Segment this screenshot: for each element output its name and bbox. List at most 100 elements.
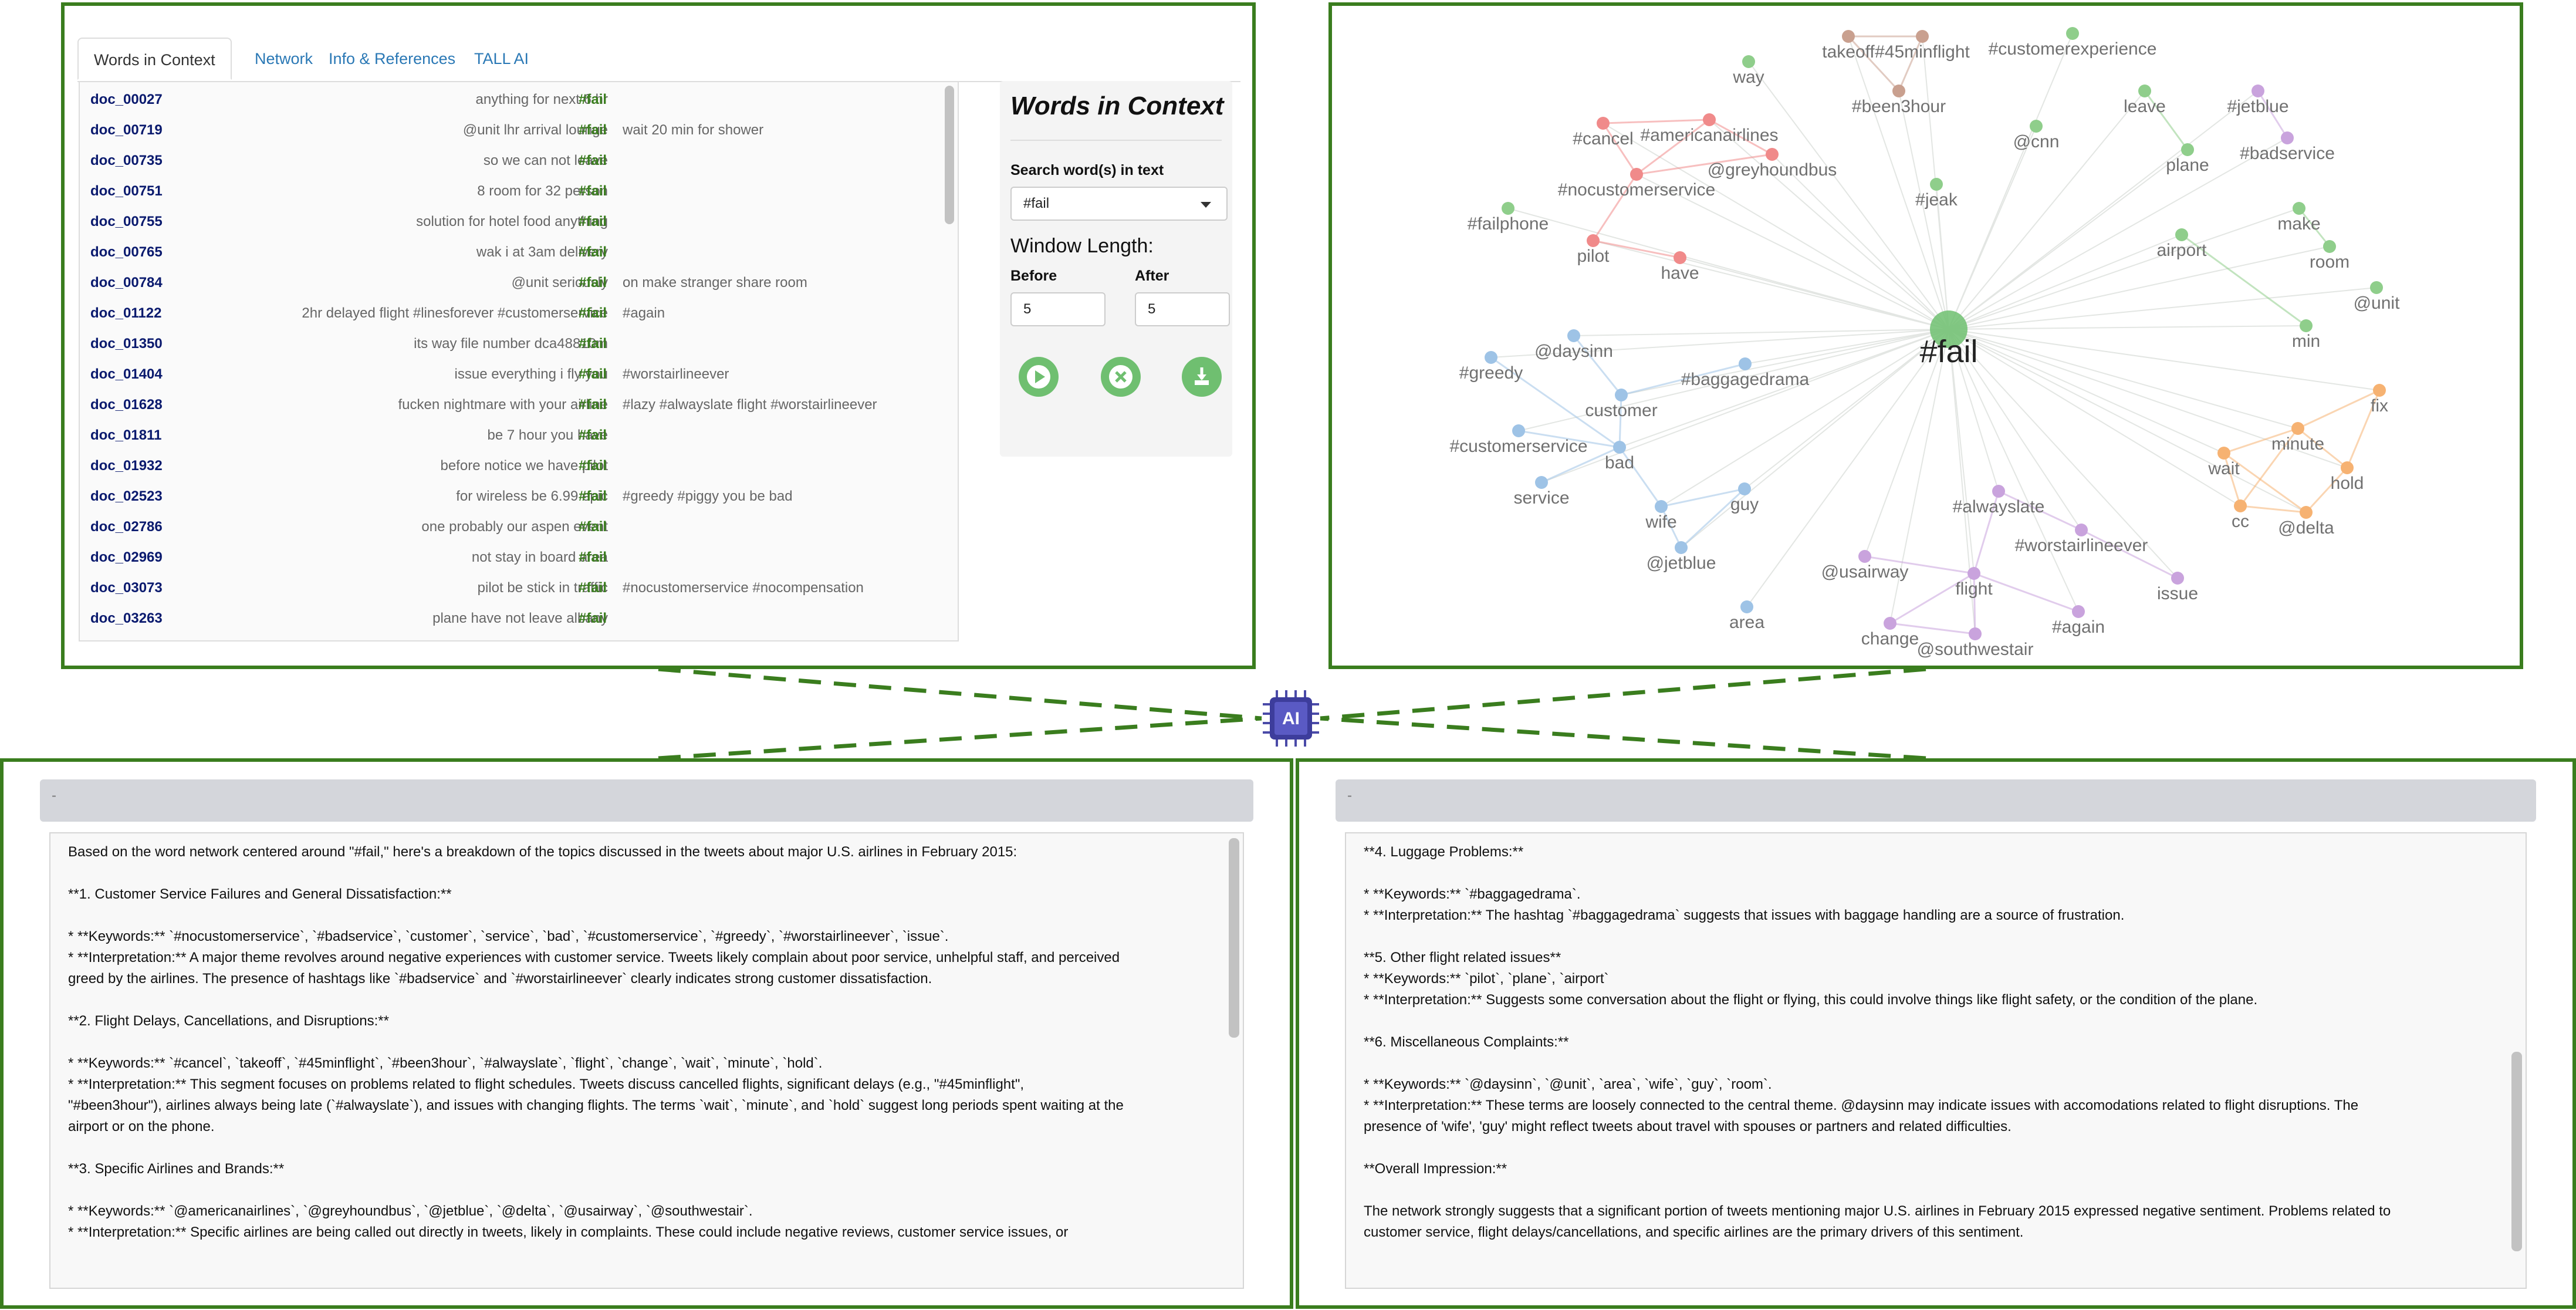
network-node[interactable] (2217, 447, 2230, 460)
network-node-label: guy (1730, 495, 1759, 514)
kwic-row[interactable]: doc_00751 8 room for 32 person #fail (80, 176, 942, 207)
network-node[interactable] (2030, 120, 2043, 133)
network-node[interactable] (1502, 202, 1515, 215)
ai-left-scrollbar[interactable] (1229, 838, 1239, 1038)
network-node[interactable] (2181, 143, 2194, 156)
tab-info-references[interactable]: Info & References (313, 38, 471, 80)
network-node[interactable] (1930, 178, 1943, 191)
network-edge (1745, 329, 1949, 364)
word-network-graph[interactable]: way takeoff #45minflight #been3hour #custome… (1332, 6, 2520, 666)
network-node[interactable] (1655, 500, 1668, 513)
network-node[interactable] (2234, 499, 2247, 512)
network-edge (1948, 325, 2307, 330)
network-node[interactable] (1535, 476, 1548, 489)
network-node[interactable] (1738, 482, 1751, 495)
network-edge (1507, 208, 1949, 330)
network-node-label: bad (1605, 453, 1634, 472)
before-input[interactable]: 5 (1010, 292, 1106, 326)
network-node[interactable] (2066, 27, 2079, 40)
kwic-doc-id: doc_00755 (90, 214, 163, 229)
network-node[interactable] (2281, 131, 2294, 144)
kwic-row[interactable]: doc_00784 @unit seriously #fail on make str… (80, 268, 942, 298)
kwic-row[interactable]: doc_01628 fucken nightmare with your airl… (80, 390, 942, 420)
kwic-row[interactable]: doc_00735 so we can not leave #fail (80, 146, 942, 176)
network-node-label: area (1729, 613, 1764, 632)
tab-tall-ai[interactable]: TALL AI (459, 38, 544, 80)
after-input[interactable]: 5 (1135, 292, 1230, 326)
kwic-row[interactable]: doc_00765 wak i at 3am delivery #fail (80, 237, 942, 268)
network-node[interactable] (1969, 627, 1982, 640)
kwic-row[interactable]: doc_03263 plane have not leave albany #fai… (80, 603, 942, 634)
network-node[interactable] (1630, 168, 1643, 181)
network-node[interactable] (1916, 30, 1929, 43)
ai-text-line: The network strongly suggests that a sig… (1364, 1203, 2391, 1219)
network-node-label: @greyhoundbus (1708, 160, 1837, 180)
network-node[interactable] (1597, 117, 1610, 130)
run-button[interactable] (1019, 357, 1059, 397)
kwic-row[interactable]: doc_02786 one probably our aspen event #fa… (80, 512, 942, 542)
clear-button[interactable] (1101, 357, 1141, 397)
kwic-doc-id: doc_00765 (90, 244, 163, 260)
network-node[interactable] (2300, 506, 2313, 519)
network-node[interactable] (1739, 357, 1752, 370)
search-word-select[interactable]: #fail (1010, 187, 1228, 221)
network-node[interactable] (1766, 148, 1779, 161)
network-node[interactable] (1615, 389, 1628, 401)
network-node[interactable] (2341, 461, 2354, 474)
network-node[interactable] (1567, 329, 1580, 342)
kwic-row[interactable]: doc_02969 not stay in board area #fail (80, 542, 942, 573)
network-node[interactable] (1587, 234, 1600, 247)
kwic-doc-id: doc_00735 (90, 153, 163, 168)
network-node[interactable] (2138, 85, 2151, 97)
network-node[interactable] (1740, 600, 1753, 613)
kwic-row[interactable]: doc_00027 anything for next 6 hr #fail (80, 85, 942, 115)
network-node[interactable] (2075, 524, 2088, 536)
network-node[interactable] (2373, 384, 2386, 397)
network-node[interactable] (1485, 351, 1497, 364)
network-node[interactable] (1892, 85, 1905, 97)
network-node[interactable] (2293, 202, 2305, 215)
kwic-keyword: #fail (579, 488, 607, 504)
network-node[interactable] (2291, 422, 2304, 435)
network-node[interactable] (2252, 85, 2264, 97)
network-node[interactable] (1884, 617, 1896, 630)
kwic-scrollbar[interactable] (945, 86, 954, 224)
network-node[interactable] (2171, 572, 2184, 585)
network-node[interactable] (1992, 485, 2005, 498)
tab-bar: Words in Context Network Info & Referenc… (77, 35, 1240, 82)
ai-response-text-right[interactable]: **4. Luggage Problems:** * **Keywords:** … (1345, 832, 2527, 1289)
kwic-table[interactable]: doc_00027 anything for next 6 hr #fail doc_… (79, 81, 959, 642)
download-button[interactable] (1182, 357, 1222, 397)
network-node[interactable] (2323, 240, 2336, 253)
kwic-keyword: #fail (579, 336, 607, 352)
network-node[interactable] (1703, 113, 1716, 126)
network-node[interactable] (1742, 55, 1755, 68)
kwic-row[interactable]: doc_01350 its way file number dca48810m #f… (80, 329, 942, 359)
network-node[interactable] (1858, 550, 1871, 563)
network-node[interactable] (2072, 605, 2085, 618)
network-node[interactable] (2300, 319, 2313, 332)
kwic-row[interactable]: doc_01932 before notice we have pilot #fai… (80, 451, 942, 481)
network-node[interactable] (1613, 441, 1626, 454)
network-node[interactable] (2370, 281, 2383, 294)
before-label: Before (1010, 268, 1057, 284)
tab-words-in-context[interactable]: Words in Context (77, 38, 232, 80)
ai-response-text-left[interactable]: Based on the word network centered aroun… (49, 832, 1244, 1289)
kwic-row[interactable]: doc_02523 for wireless be 6.99 epic #fail #… (80, 481, 942, 512)
ai-right-scrollbar[interactable] (2511, 1052, 2522, 1251)
kwic-row[interactable]: doc_03073 pilot be stick in traffic #fail #… (80, 573, 942, 603)
kwic-row[interactable]: doc_01122 2hr delayed flight #linesforeve… (80, 298, 942, 329)
ai-response-right-panel: - **4. Luggage Problems:** * **Keywords:*… (1296, 758, 2576, 1309)
network-node[interactable] (1674, 251, 1686, 264)
kwic-row[interactable]: doc_00755 solution for hotel food anythin… (80, 207, 942, 237)
network-node[interactable] (1842, 30, 1855, 43)
network-node[interactable] (1675, 541, 1688, 554)
kwic-row[interactable]: doc_00719 @unit lhr arrival lounge #fail wa… (80, 115, 942, 146)
kwic-row[interactable]: doc_01404 issue everything i fly you #fail… (80, 359, 942, 390)
ai-text-line: "#been3hour"), airlines always being lat… (68, 1098, 1124, 1113)
kwic-row[interactable]: doc_01811 be 7 hour you have #fail (80, 420, 942, 451)
network-node[interactable] (1512, 424, 1525, 437)
network-node[interactable] (2175, 228, 2188, 241)
kwic-keyword: #fail (579, 549, 607, 565)
network-node[interactable] (1968, 567, 1980, 580)
